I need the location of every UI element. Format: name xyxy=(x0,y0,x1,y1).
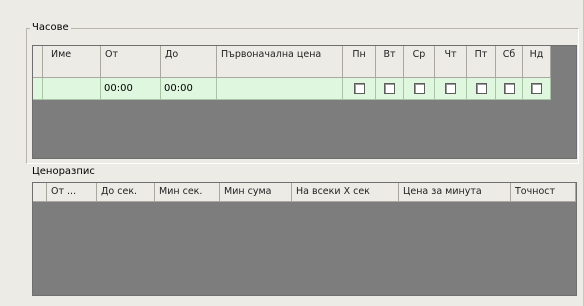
pricing-group-title: Ценоразпис xyxy=(30,166,97,177)
col-header-from-sec[interactable]: От ... xyxy=(47,183,97,202)
settings-panel: Часове Име От До Първоначална цена Пн Вт… xyxy=(0,0,584,306)
row-indicator-header xyxy=(33,183,47,202)
col-header-from[interactable]: От xyxy=(101,46,161,78)
wed-checkbox[interactable] xyxy=(413,83,425,94)
col-header-to[interactable]: До xyxy=(161,46,217,78)
cell-tue xyxy=(376,78,404,100)
col-header-name[interactable]: Име xyxy=(43,46,101,78)
col-header-mon[interactable]: Пн xyxy=(343,46,376,78)
cell-name[interactable] xyxy=(43,78,101,100)
table-row[interactable]: 00:00 00:00 xyxy=(33,78,551,100)
cell-sat xyxy=(496,78,523,100)
col-header-every-x-sec[interactable]: На всеки X сек xyxy=(292,183,399,202)
sun-checkbox[interactable] xyxy=(531,83,542,94)
col-header-sun[interactable]: Нд xyxy=(523,46,551,78)
col-header-fri[interactable]: Пт xyxy=(467,46,496,78)
pricing-grid[interactable]: От ... До сек. Мин сек. Мин сума На всек… xyxy=(32,182,577,296)
thu-checkbox[interactable] xyxy=(445,83,456,94)
pricing-grid-header: От ... До сек. Мин сек. Мин сума На всек… xyxy=(33,183,576,202)
col-header-thu[interactable]: Чт xyxy=(435,46,467,78)
col-header-initial-price[interactable]: Първоначална цена xyxy=(217,46,343,78)
sat-checkbox[interactable] xyxy=(503,83,515,94)
cell-to[interactable]: 00:00 xyxy=(161,78,217,100)
col-header-price-per-minute[interactable]: Цена за минута xyxy=(399,183,511,202)
row-indicator[interactable] xyxy=(33,78,43,100)
hours-grid-header: Име От До Първоначална цена Пн Вт Ср Чт … xyxy=(33,46,551,78)
col-header-to-sec[interactable]: До сек. xyxy=(97,183,155,202)
cell-fri xyxy=(467,78,496,100)
mon-checkbox[interactable] xyxy=(353,83,365,94)
hours-grid[interactable]: Име От До Първоначална цена Пн Вт Ср Чт … xyxy=(32,45,577,159)
hours-group-title: Часове xyxy=(30,22,71,33)
tue-checkbox[interactable] xyxy=(384,83,395,94)
col-header-wed[interactable]: Ср xyxy=(404,46,435,78)
cell-initial-price[interactable] xyxy=(217,78,343,100)
cell-from[interactable]: 00:00 xyxy=(101,78,161,100)
col-header-min-sec[interactable]: Мин сек. xyxy=(155,183,220,202)
cell-mon xyxy=(343,78,376,100)
cell-sun xyxy=(523,78,551,100)
cell-thu xyxy=(435,78,467,100)
col-header-tue[interactable]: Вт xyxy=(376,46,404,78)
cell-wed xyxy=(404,78,435,100)
col-header-min-sum[interactable]: Мин сума xyxy=(220,183,292,202)
col-header-sat[interactable]: Сб xyxy=(496,46,523,78)
col-header-precision[interactable]: Точност xyxy=(511,183,576,202)
row-indicator-header xyxy=(33,46,43,78)
fri-checkbox[interactable] xyxy=(475,83,487,94)
